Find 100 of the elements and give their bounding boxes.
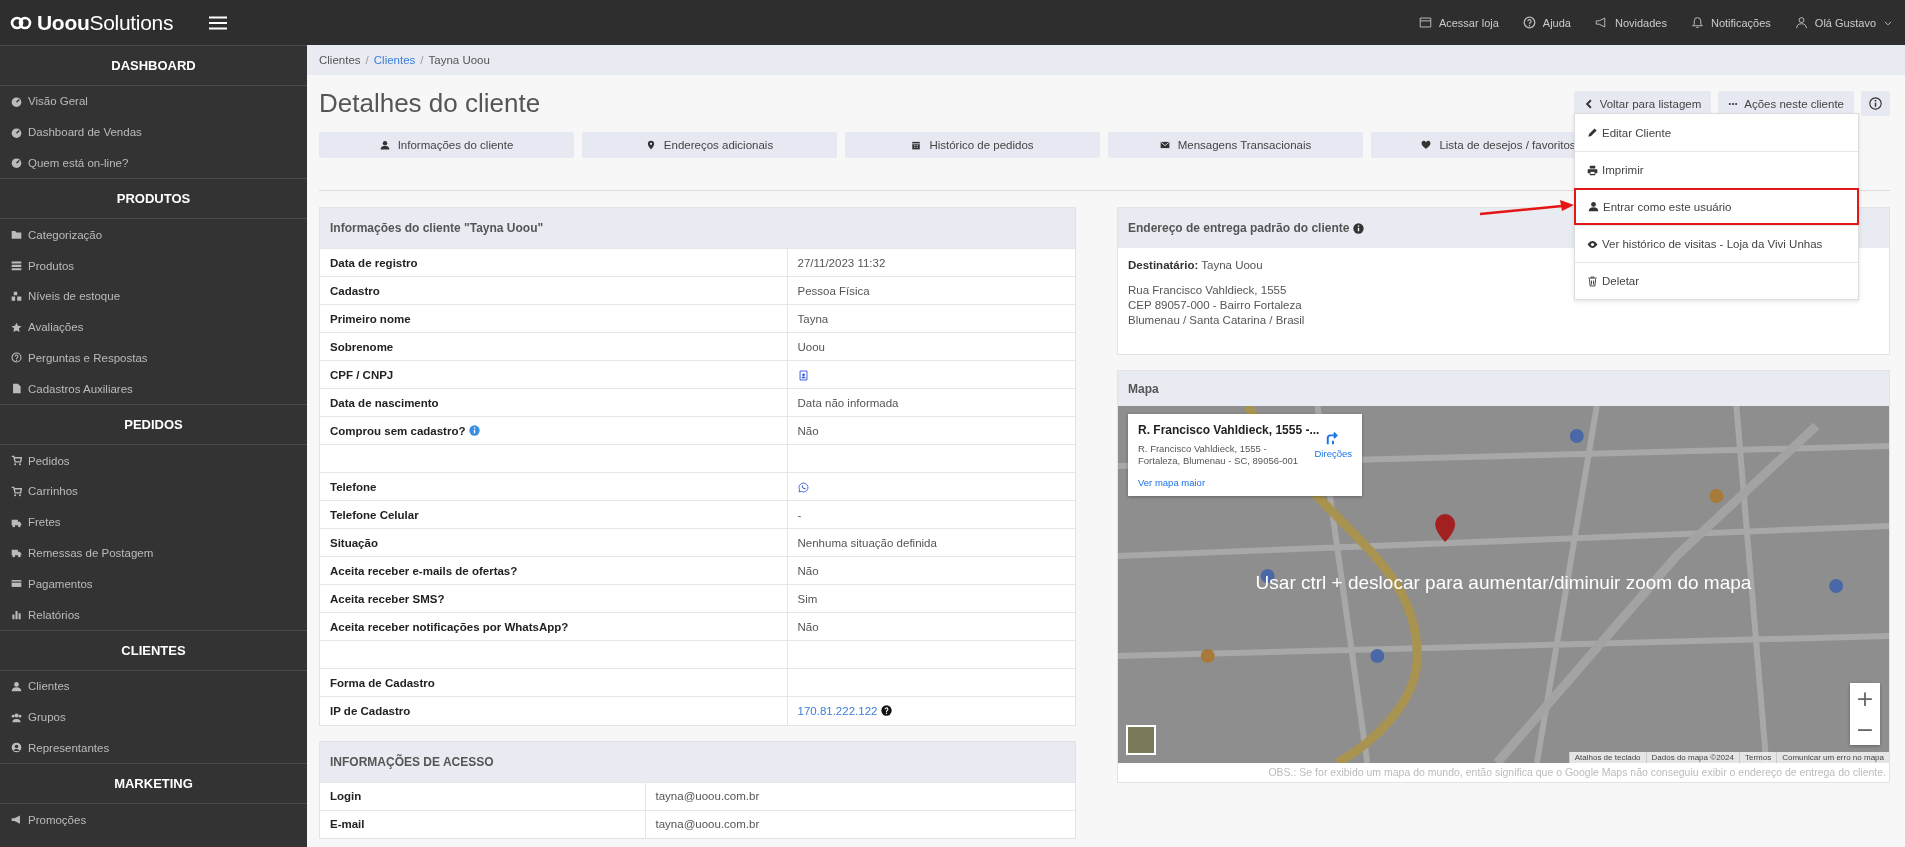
field-label: Data de registro [330,256,418,269]
field-label: E-mail [330,818,365,831]
sidebar-item[interactable]: Grupos [0,701,307,733]
star-icon [11,321,22,333]
map-attribution-link[interactable]: Comunicar um erro no mapa [1776,752,1889,763]
user-icon [1794,16,1808,29]
breadcrumb-item: Tayna Uoou [428,54,490,66]
address-line: CEP 89057-000 - Bairro Fortaleza [1128,298,1302,313]
menu-icon[interactable] [209,15,228,30]
chevron-left-icon [1583,98,1594,109]
sidebar-item[interactable]: Cadastros Auxiliares [0,373,307,405]
info-icon [1353,222,1365,234]
pencil-icon [1587,127,1598,138]
map-attribution-link[interactable]: Atalhos de teclado [1568,752,1646,763]
sidebar-item[interactable]: Perguntas e Respostas [0,342,307,374]
field-value: Nenhuma situação definida [797,536,937,549]
user-icon [11,680,22,692]
menu-item[interactable]: Ver histórico de visitas - Loja da Vivi Unhas [1575,225,1858,262]
sidebar-item[interactable]: Fretes [0,506,307,538]
sidebar-item[interactable]: Representantes [0,732,307,764]
map-attribution-link[interactable]: Termos [1738,752,1777,763]
whatsapp-icon [797,481,809,493]
map-type-button[interactable] [1126,725,1156,755]
panel-title: INFORMAÇÕES DE ACESSO [330,754,494,769]
sidebar-item[interactable]: Dashboard de Vendas [0,116,307,148]
sidebar-item[interactable]: Avaliações [0,311,307,343]
folder-icon [11,229,22,241]
address-line: Rua Francisco Vahldieck, 1555 [1128,283,1287,298]
breadcrumb-item: Clientes [319,54,361,66]
id-card-icon [797,369,809,381]
breadcrumb-separator: / [365,54,369,66]
sidebar-item[interactable]: Promoções [0,804,307,836]
tab[interactable]: Endereços adicionais [582,132,837,158]
field-value: Não [797,564,819,577]
menu-item[interactable]: Entrar como este usuário [1574,188,1859,225]
logo-icon [10,15,32,30]
user-circle-icon [11,742,22,754]
field-label: Comprou sem cadastro? [330,424,466,437]
field-label: Telefone [330,480,377,493]
user-menu[interactable]: Olá Gustavo [1794,16,1893,29]
map-pin-icon [645,140,656,150]
sidebar-item[interactable]: Relatórios [0,599,307,630]
menu-item[interactable]: Deletar [1575,262,1858,299]
field-label: Data de nascimento [330,396,439,409]
topbar-link[interactable]: Acessar loja [1418,16,1499,29]
sidebar-item[interactable]: Clientes [0,670,307,702]
zoom-out-button[interactable]: − [1850,714,1880,745]
field-value: 27/11/2023 11:32 [797,256,886,269]
field-label: Cadastro [330,284,380,297]
field-value: Não [797,620,819,633]
truck-icon [11,547,22,559]
field-value: Pessoa Física [797,284,870,297]
topbar-link[interactable]: Novidades [1594,16,1667,29]
sidebar-item[interactable]: Níveis de estoque [0,281,307,312]
field-label: Sobrenome [330,340,394,353]
calendar-icon [911,140,922,150]
sidebar-item[interactable]: Remessas de Postagem [0,537,307,569]
sidebar-item[interactable]: Pedidos [0,445,307,476]
zoom-in-button[interactable]: + [1850,683,1880,714]
sidebar-heading: MARKETING [114,776,193,792]
sidebar-heading: PRODUTOS [116,191,191,207]
breadcrumb-separator: / [420,54,424,66]
sidebar-item[interactable]: Visão Geral [0,86,307,117]
heart-icon [1421,140,1432,150]
help-icon [881,705,893,717]
tab[interactable]: Mensagens Transacionais [1108,132,1363,158]
sidebar-item[interactable]: Quem está on-line? [0,147,307,179]
field-label: Situação [330,536,378,549]
gauge-icon [11,126,22,138]
tab[interactable]: Histórico de pedidos [845,132,1100,158]
field-value: Sim [797,592,818,605]
ip-link[interactable]: 170.81.222.122 [797,704,878,717]
trash-icon [1587,275,1598,287]
place-title: R. Francisco Vahldieck, 1555 -... [1138,423,1321,437]
field-value: Tayna [797,312,829,325]
larger-map-link[interactable]: Ver mapa maior [1138,477,1307,488]
field-label: Aceita receber SMS? [330,592,445,605]
bar-chart-icon [11,609,22,621]
info-button[interactable] [1861,91,1890,116]
topbar-link[interactable]: Ajuda [1522,16,1571,29]
printer-icon [1587,164,1598,176]
menu-item[interactable]: Imprimir [1575,151,1858,188]
sidebar-item[interactable]: Pagamentos [0,568,307,600]
info-icon [1869,97,1882,110]
panel-title: Mapa [1128,381,1159,396]
field-value: Data não informada [797,396,899,409]
sidebar-item[interactable]: Carrinhos [0,475,307,507]
topbar-link[interactable]: Notificações [1690,16,1771,29]
cart-icon [11,455,22,467]
brand-logo[interactable]: UoouSolutions [37,10,174,35]
users-icon [11,711,22,723]
cart-icon [11,485,22,497]
field-label: Aceita receber e-mails de ofertas? [330,564,518,577]
sidebar-item[interactable]: Categorização [0,219,307,251]
breadcrumb-item[interactable]: Clientes [373,54,416,66]
field-value: tayna@uoou.com.br [655,818,760,831]
map-attribution-link[interactable]: Dados do mapa ©2024 [1645,752,1739,763]
tab[interactable]: Informações do cliente [319,132,574,158]
sidebar-item[interactable]: Produtos [0,250,307,281]
shop-icon [1418,16,1432,29]
